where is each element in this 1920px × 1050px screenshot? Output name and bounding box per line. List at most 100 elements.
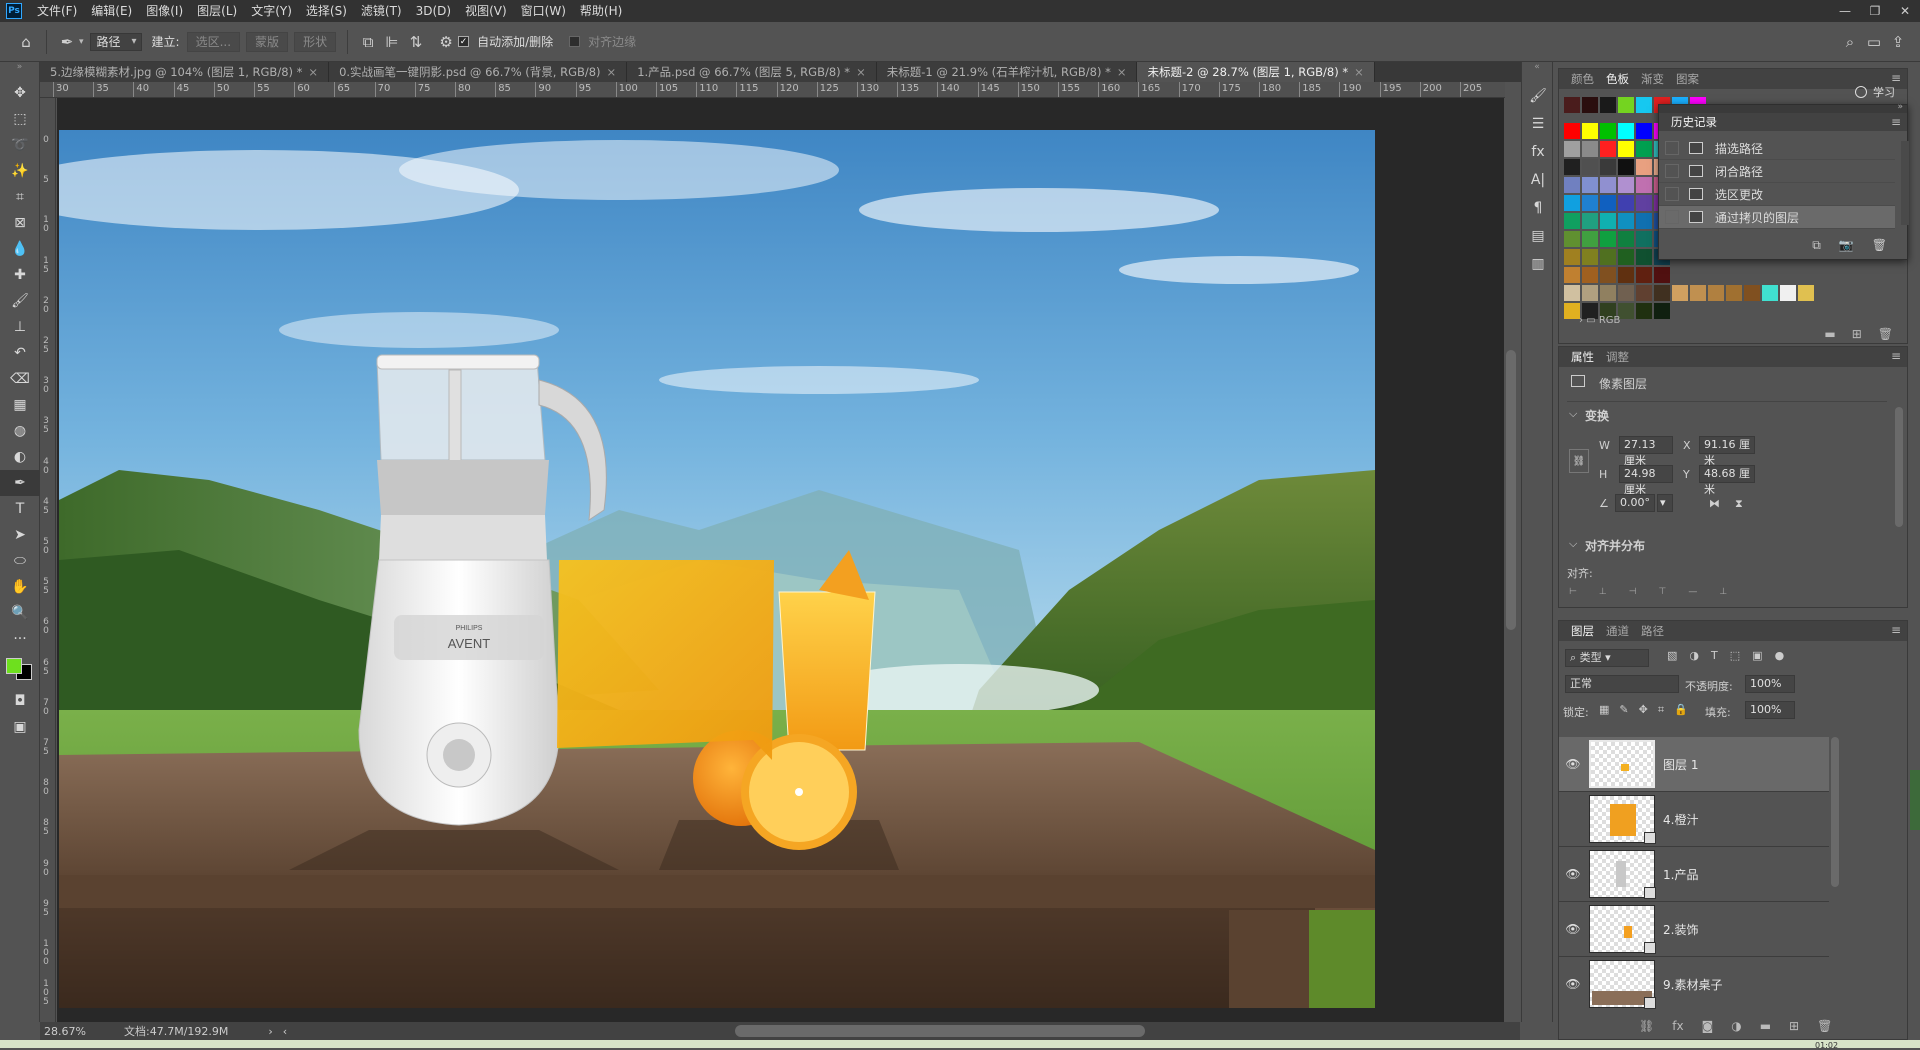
color-swatch[interactable] [1636, 123, 1652, 139]
color-swatch[interactable] [1690, 285, 1706, 301]
eraser-tool-icon[interactable]: ⌫ [0, 366, 40, 392]
screen-mode-icon[interactable]: ▣ [0, 714, 40, 740]
color-swatch[interactable] [1618, 285, 1634, 301]
color-swatch[interactable] [1618, 213, 1634, 229]
history-item[interactable]: 闭合路径 [1659, 160, 1895, 183]
pen-tool-preset-icon[interactable]: ✒ [55, 30, 79, 54]
tab-paths[interactable]: 路径 [1635, 621, 1670, 641]
tab-doc-5-active[interactable]: 未标题-2 @ 28.7% (图层 1, RGB/8) * × [1137, 62, 1375, 82]
menu-view[interactable]: 视图(V) [458, 0, 514, 22]
color-picker[interactable] [0, 652, 40, 688]
make-mask-button[interactable]: 蒙版 [246, 31, 289, 52]
lock-all-icon[interactable]: 🔒 [1674, 703, 1688, 717]
collapse-icon[interactable]: » [1897, 102, 1903, 112]
color-swatch[interactable] [1564, 213, 1580, 229]
new-layer-icon[interactable]: ⊞ [1789, 1019, 1799, 1033]
layer-row[interactable]: 👁 1.产品 [1559, 847, 1829, 902]
width-field[interactable]: 27.13 厘米 [1619, 436, 1673, 467]
close-icon[interactable]: × [856, 65, 866, 79]
color-swatch[interactable] [1636, 267, 1652, 283]
color-swatch[interactable] [1582, 267, 1598, 283]
layer-row[interactable]: 👁 图层 1 [1559, 737, 1829, 792]
crop-tool-icon[interactable]: ⌗ [0, 184, 40, 210]
path-operations-icon[interactable]: ⧉ [356, 30, 380, 54]
layer-filter-select[interactable]: ⌕ 类型 ▾ [1565, 649, 1649, 667]
layer-name[interactable]: 4.橙汁 [1663, 811, 1698, 828]
color-swatch[interactable] [1600, 213, 1616, 229]
color-swatch[interactable] [1564, 303, 1580, 319]
learn-button[interactable]: 学习 [1855, 84, 1895, 100]
tab-patterns[interactable]: 图案 [1670, 69, 1705, 89]
color-swatch[interactable] [1600, 231, 1616, 247]
layer-name[interactable]: 2.装饰 [1663, 921, 1698, 938]
color-swatch[interactable] [1564, 267, 1580, 283]
lock-position-icon[interactable]: ✥ [1639, 703, 1648, 717]
tab-swatches[interactable]: 色板 [1600, 69, 1635, 89]
history-item-active[interactable]: 通过拷贝的图层 [1659, 206, 1895, 229]
close-icon[interactable]: × [1117, 65, 1127, 79]
swatch-group-rgb[interactable]: › ▭ RGB [1579, 315, 1620, 326]
color-swatch[interactable] [1618, 141, 1634, 157]
menu-3d[interactable]: 3D(D) [409, 0, 458, 22]
lock-transparent-icon[interactable]: ▦ [1599, 703, 1609, 717]
layer-row[interactable]: 👁 9.素材桌子 [1559, 957, 1829, 1011]
color-swatch[interactable] [1618, 303, 1634, 319]
layer-row[interactable]: 👁 2.装饰 [1559, 902, 1829, 957]
eyedropper-tool-icon[interactable]: 💧 [0, 236, 40, 262]
menu-window[interactable]: 窗口(W) [514, 0, 573, 22]
color-swatch[interactable] [1636, 141, 1652, 157]
add-mask-icon[interactable]: ◙ [1702, 1019, 1714, 1033]
make-shape-button[interactable]: 形状 [294, 31, 337, 52]
color-swatch[interactable] [1618, 177, 1634, 193]
color-swatch[interactable] [1618, 267, 1634, 283]
paragraph-icon[interactable]: ¶ [1522, 194, 1554, 222]
color-swatch[interactable] [1654, 285, 1670, 301]
properties-scrollbar[interactable] [1895, 407, 1903, 527]
flip-vertical-icon[interactable]: ⧗ [1735, 497, 1743, 511]
trash-icon[interactable]: 🗑 [1878, 327, 1893, 341]
color-swatch[interactable] [1564, 249, 1580, 265]
color-swatch[interactable] [1654, 267, 1670, 283]
y-field[interactable]: 48.68 厘米 [1699, 465, 1755, 496]
color-swatch[interactable] [1600, 249, 1616, 265]
color-swatch[interactable] [1636, 231, 1652, 247]
angle-field[interactable]: 0.00° [1615, 494, 1655, 512]
lasso-tool-icon[interactable]: ➰ [0, 132, 40, 158]
color-swatch[interactable] [1636, 195, 1652, 211]
color-swatch[interactable] [1618, 97, 1634, 113]
side-widget[interactable] [1910, 770, 1920, 830]
menu-image[interactable]: 图像(I) [139, 0, 190, 22]
history-scrollbar[interactable] [1901, 141, 1909, 225]
camera-icon[interactable]: 📷 [1839, 238, 1854, 253]
move-tool-icon[interactable]: ✥ [0, 80, 40, 106]
healing-brush-tool-icon[interactable]: ✚ [0, 262, 40, 288]
color-swatch[interactable] [1780, 285, 1796, 301]
color-swatch[interactable] [1672, 285, 1688, 301]
marquee-tool-icon[interactable]: ⬚ [0, 106, 40, 132]
shape-tool-icon[interactable]: ⬭ [0, 548, 40, 574]
color-swatch[interactable] [1582, 97, 1598, 113]
menu-type[interactable]: 文字(Y) [244, 0, 299, 22]
fx-icon[interactable]: fx [1672, 1019, 1683, 1033]
filter-smart-object-icon[interactable]: ▣ [1752, 649, 1762, 662]
new-document-from-state-icon[interactable]: ⧉ [1812, 238, 1821, 253]
styles-fx-icon[interactable]: fx [1522, 138, 1554, 166]
align-right-icon[interactable]: ⊣ [1629, 587, 1637, 597]
opacity-field[interactable]: 100% [1745, 675, 1795, 693]
magic-wand-tool-icon[interactable]: ✨ [0, 158, 40, 184]
chevron-down-icon[interactable]: ⌵ [1569, 537, 1577, 551]
color-swatch[interactable] [1618, 231, 1634, 247]
color-swatch[interactable] [1564, 141, 1580, 157]
color-swatch[interactable] [1564, 195, 1580, 211]
color-swatch[interactable] [1636, 159, 1652, 175]
tab-doc-2[interactable]: 0.实战画笔一键阴影.psd @ 66.7% (背景, RGB/8) × [329, 62, 628, 82]
home-icon[interactable]: ⌂ [14, 30, 38, 54]
color-swatch[interactable] [1564, 123, 1580, 139]
panel-menu-icon[interactable]: ≡ [1891, 623, 1901, 637]
color-swatch[interactable] [1654, 303, 1670, 319]
folder-icon[interactable]: ▬ [1824, 327, 1835, 341]
notes-icon[interactable]: ▥ [1522, 250, 1554, 278]
brush-tool-icon[interactable]: 🖌 [0, 288, 40, 314]
color-swatch[interactable] [1582, 285, 1598, 301]
layer-row[interactable]: 4.橙汁 [1559, 792, 1829, 847]
